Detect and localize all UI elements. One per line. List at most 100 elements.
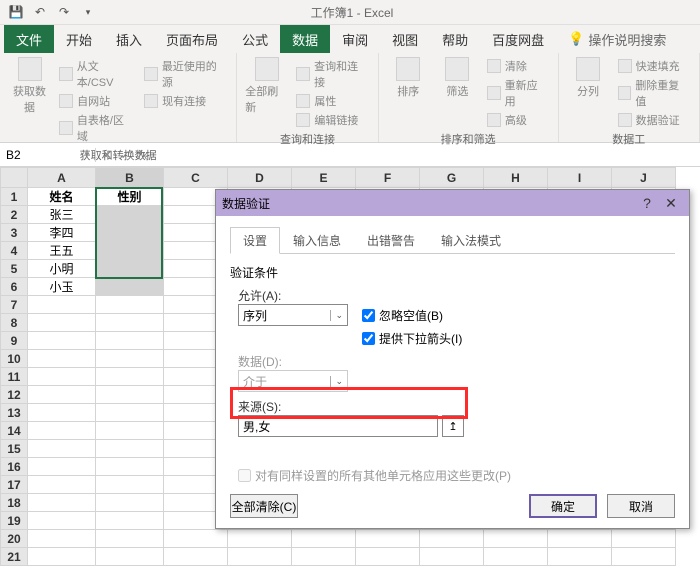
- get-data-button[interactable]: 获取数 据: [8, 57, 51, 115]
- row-header-15[interactable]: 15: [1, 440, 28, 458]
- cell-D21[interactable]: [228, 548, 292, 566]
- cell-B20[interactable]: [96, 530, 164, 548]
- cell-A10[interactable]: [28, 350, 96, 368]
- cell-A8[interactable]: [28, 314, 96, 332]
- tab-file[interactable]: 文件: [4, 25, 54, 53]
- cell-B17[interactable]: [96, 476, 164, 494]
- cell-J21[interactable]: [612, 548, 676, 566]
- cell-A19[interactable]: [28, 512, 96, 530]
- row-header-11[interactable]: 11: [1, 368, 28, 386]
- cell-A15[interactable]: [28, 440, 96, 458]
- cell-F20[interactable]: [356, 530, 420, 548]
- enter-formula-icon[interactable]: ✓: [120, 148, 130, 162]
- col-header-B[interactable]: B: [96, 168, 164, 188]
- tab-help[interactable]: 帮助: [430, 25, 480, 53]
- edit-links-button[interactable]: 编辑链接: [294, 111, 369, 129]
- save-icon[interactable]: 💾: [8, 4, 24, 20]
- source-input[interactable]: [238, 415, 438, 437]
- row-header-8[interactable]: 8: [1, 314, 28, 332]
- cell-B8[interactable]: [96, 314, 164, 332]
- cell-B3[interactable]: [96, 224, 164, 242]
- cell-C20[interactable]: [164, 530, 228, 548]
- cancel-button[interactable]: 取消: [607, 494, 675, 518]
- clear-all-button[interactable]: 全部清除(C): [230, 494, 298, 518]
- cell-H20[interactable]: [484, 530, 548, 548]
- cell-A2[interactable]: 张三: [28, 206, 96, 224]
- query-conn-button[interactable]: 查询和连接: [294, 57, 369, 91]
- row-header-21[interactable]: 21: [1, 548, 28, 566]
- row-header-18[interactable]: 18: [1, 494, 28, 512]
- undo-icon[interactable]: ↶: [32, 4, 48, 20]
- cell-B21[interactable]: [96, 548, 164, 566]
- tab-review[interactable]: 审阅: [330, 25, 380, 53]
- cell-B19[interactable]: [96, 512, 164, 530]
- cell-H21[interactable]: [484, 548, 548, 566]
- cell-A3[interactable]: 李四: [28, 224, 96, 242]
- tab-formula[interactable]: 公式: [230, 25, 280, 53]
- cell-A9[interactable]: [28, 332, 96, 350]
- row-header-7[interactable]: 7: [1, 296, 28, 314]
- col-header-J[interactable]: J: [612, 168, 676, 188]
- data-validation-button[interactable]: 数据验证: [616, 111, 691, 129]
- cell-G20[interactable]: [420, 530, 484, 548]
- cell-D20[interactable]: [228, 530, 292, 548]
- ok-button[interactable]: 确定: [529, 494, 597, 518]
- row-header-14[interactable]: 14: [1, 422, 28, 440]
- tab-view[interactable]: 视图: [380, 25, 430, 53]
- cell-I21[interactable]: [548, 548, 612, 566]
- cell-A18[interactable]: [28, 494, 96, 512]
- name-box[interactable]: B2▾: [0, 148, 96, 162]
- col-header-F[interactable]: F: [356, 168, 420, 188]
- cell-B1[interactable]: 性别: [96, 188, 164, 206]
- cell-C21[interactable]: [164, 548, 228, 566]
- ignore-blank-checkbox[interactable]: 忽略空值(B): [362, 307, 443, 324]
- cell-A11[interactable]: [28, 368, 96, 386]
- row-header-9[interactable]: 9: [1, 332, 28, 350]
- cell-B5[interactable]: [96, 260, 164, 278]
- cell-I20[interactable]: [548, 530, 612, 548]
- tab-insert[interactable]: 插入: [104, 25, 154, 53]
- row-header-20[interactable]: 20: [1, 530, 28, 548]
- col-header-C[interactable]: C: [164, 168, 228, 188]
- from-table-button[interactable]: 自表格/区域: [57, 111, 136, 145]
- cell-A7[interactable]: [28, 296, 96, 314]
- reapply-button[interactable]: 重新应用: [485, 76, 550, 110]
- cell-B4[interactable]: [96, 242, 164, 260]
- row-header-10[interactable]: 10: [1, 350, 28, 368]
- col-header-G[interactable]: G: [420, 168, 484, 188]
- dialog-help-button[interactable]: ?: [635, 195, 659, 211]
- row-header-5[interactable]: 5: [1, 260, 28, 278]
- advanced-filter-button[interactable]: 高级: [485, 111, 550, 129]
- sort-button[interactable]: 排序: [387, 57, 430, 99]
- tab-layout[interactable]: 页面布局: [154, 25, 230, 53]
- cell-A1[interactable]: 姓名: [28, 188, 96, 206]
- dropdown-arrow-checkbox[interactable]: 提供下拉箭头(I): [362, 330, 462, 347]
- cell-B7[interactable]: [96, 296, 164, 314]
- cell-B14[interactable]: [96, 422, 164, 440]
- cell-A14[interactable]: [28, 422, 96, 440]
- row-header-13[interactable]: 13: [1, 404, 28, 422]
- cancel-formula-icon[interactable]: ✕: [102, 148, 112, 162]
- row-header-1[interactable]: 1: [1, 188, 28, 206]
- row-header-12[interactable]: 12: [1, 386, 28, 404]
- col-header-H[interactable]: H: [484, 168, 548, 188]
- col-header-D[interactable]: D: [228, 168, 292, 188]
- dialog-close-button[interactable]: ✕: [659, 195, 683, 212]
- cell-A20[interactable]: [28, 530, 96, 548]
- existing-conn-button[interactable]: 现有连接: [142, 92, 228, 110]
- text-to-columns-button[interactable]: 分列: [567, 57, 610, 99]
- allow-select[interactable]: 序列⌄: [238, 304, 348, 326]
- tab-baidu[interactable]: 百度网盘: [480, 25, 556, 53]
- cell-G21[interactable]: [420, 548, 484, 566]
- dialog-tab-settings[interactable]: 设置: [230, 227, 280, 254]
- col-header-I[interactable]: I: [548, 168, 612, 188]
- tab-home[interactable]: 开始: [54, 25, 104, 53]
- cell-A6[interactable]: 小玉: [28, 278, 96, 296]
- cell-B10[interactable]: [96, 350, 164, 368]
- clear-filter-button[interactable]: 清除: [485, 57, 550, 75]
- recent-sources-button[interactable]: 最近使用的源: [142, 57, 228, 91]
- cell-B2[interactable]: [96, 206, 164, 224]
- row-header-3[interactable]: 3: [1, 224, 28, 242]
- row-header-19[interactable]: 19: [1, 512, 28, 530]
- refresh-all-button[interactable]: 全部刷新: [245, 57, 288, 115]
